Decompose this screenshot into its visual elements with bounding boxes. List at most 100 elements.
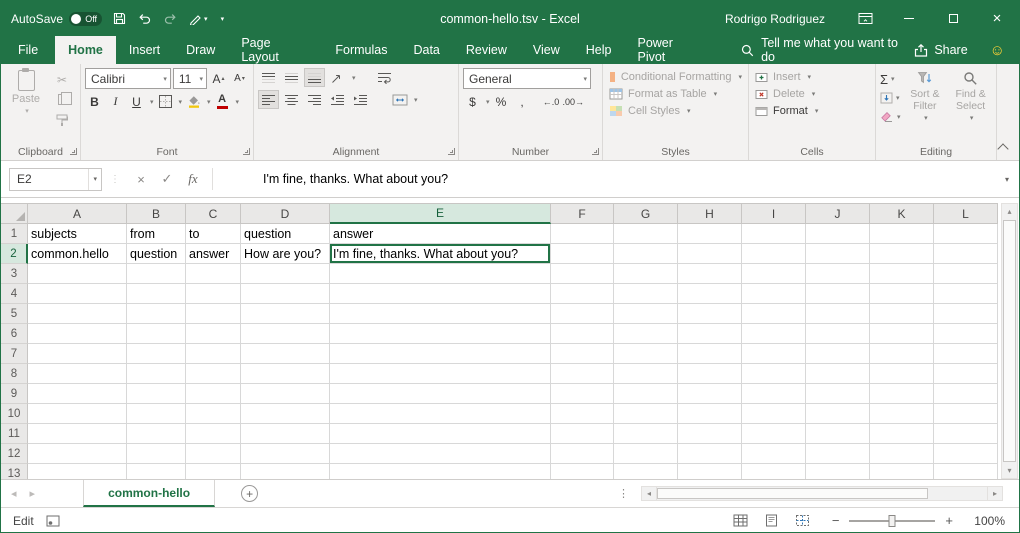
- normal-view-button[interactable]: [733, 514, 748, 527]
- cell-L3[interactable]: [934, 264, 998, 284]
- cell-L9[interactable]: [934, 384, 998, 404]
- row-header-6[interactable]: 6: [1, 324, 28, 344]
- select-all-corner[interactable]: [1, 203, 28, 224]
- cell-J10[interactable]: [806, 404, 870, 424]
- underline-button[interactable]: U: [127, 92, 146, 111]
- page-layout-view-button[interactable]: [764, 514, 779, 527]
- align-top-button[interactable]: [258, 68, 279, 87]
- merge-center-button[interactable]: [389, 90, 410, 109]
- decrease-decimal-button[interactable]: .00→: [563, 92, 585, 111]
- zoom-slider[interactable]: [849, 520, 935, 522]
- column-header-E[interactable]: E: [330, 203, 551, 224]
- scroll-up-button[interactable]: ▴: [1002, 204, 1017, 219]
- row-header-12[interactable]: 12: [1, 444, 28, 464]
- minimize-button[interactable]: [887, 1, 931, 36]
- tab-help[interactable]: Help: [573, 36, 625, 64]
- zoom-slider-thumb[interactable]: [889, 515, 896, 527]
- cell-K9[interactable]: [870, 384, 934, 404]
- cell-H7[interactable]: [678, 344, 742, 364]
- ribbon-display-options-button[interactable]: [843, 1, 887, 36]
- align-left-button[interactable]: [258, 90, 279, 109]
- font-dialog-launcher[interactable]: [243, 148, 250, 155]
- cell-A11[interactable]: [28, 424, 127, 444]
- formula-bar-handle[interactable]: ⋮: [110, 174, 120, 185]
- close-button[interactable]: ×: [975, 1, 1019, 36]
- autosave-switch[interactable]: Off: [69, 12, 102, 26]
- chevron-down-icon[interactable]: ▾: [88, 169, 97, 190]
- cell-E8[interactable]: [330, 364, 551, 384]
- cell-A3[interactable]: [28, 264, 127, 284]
- cell-E4[interactable]: [330, 284, 551, 304]
- row-header-11[interactable]: 11: [1, 424, 28, 444]
- font-size-combo[interactable]: 11 ▾: [173, 68, 207, 89]
- fill-button[interactable]: ▾: [880, 90, 901, 106]
- tab-view[interactable]: View: [520, 36, 573, 64]
- cell-J11[interactable]: [806, 424, 870, 444]
- cell-A7[interactable]: [28, 344, 127, 364]
- cell-L10[interactable]: [934, 404, 998, 424]
- cell-A10[interactable]: [28, 404, 127, 424]
- row-header-10[interactable]: 10: [1, 404, 28, 424]
- pen-mode-button[interactable]: ▾: [189, 12, 208, 25]
- cell-H1[interactable]: [678, 224, 742, 244]
- sheet-tab-common-hello[interactable]: common-hello: [83, 480, 215, 507]
- cell-G1[interactable]: [614, 224, 678, 244]
- cell-B11[interactable]: [127, 424, 186, 444]
- cell-A4[interactable]: [28, 284, 127, 304]
- cell-K3[interactable]: [870, 264, 934, 284]
- cell-C13[interactable]: [186, 464, 241, 479]
- row-header-4[interactable]: 4: [1, 284, 28, 304]
- cell-H13[interactable]: [678, 464, 742, 479]
- grow-font-button[interactable]: A▴: [209, 69, 228, 88]
- sheet-next-button[interactable]: ▸: [30, 487, 36, 500]
- cell-C5[interactable]: [186, 304, 241, 324]
- insert-function-button[interactable]: fx: [180, 168, 206, 190]
- cell-L4[interactable]: [934, 284, 998, 304]
- cell-H12[interactable]: [678, 444, 742, 464]
- cell-D12[interactable]: [241, 444, 330, 464]
- cell-B2[interactable]: question: [127, 244, 186, 264]
- maximize-button[interactable]: [931, 1, 975, 36]
- format-painter-button[interactable]: [52, 112, 72, 127]
- cell-K11[interactable]: [870, 424, 934, 444]
- tab-insert[interactable]: Insert: [116, 36, 173, 64]
- cell-E5[interactable]: [330, 304, 551, 324]
- cell-F9[interactable]: [551, 384, 614, 404]
- cell-B5[interactable]: [127, 304, 186, 324]
- cell-B6[interactable]: [127, 324, 186, 344]
- cell-A1[interactable]: subjects: [28, 224, 127, 244]
- cell-E11[interactable]: [330, 424, 551, 444]
- scroll-right-button[interactable]: ▸: [987, 486, 1003, 501]
- column-header-A[interactable]: A: [28, 203, 127, 224]
- cell-C6[interactable]: [186, 324, 241, 344]
- cell-I11[interactable]: [742, 424, 806, 444]
- column-header-D[interactable]: D: [241, 203, 330, 224]
- row-header-8[interactable]: 8: [1, 364, 28, 384]
- cell-L7[interactable]: [934, 344, 998, 364]
- cell-L2[interactable]: [934, 244, 998, 264]
- cell-I13[interactable]: [742, 464, 806, 479]
- cell-B1[interactable]: from: [127, 224, 186, 244]
- enter-button[interactable]: ✓: [154, 168, 180, 190]
- cell-A9[interactable]: [28, 384, 127, 404]
- record-macro-button[interactable]: [46, 515, 60, 527]
- cell-I3[interactable]: [742, 264, 806, 284]
- cell-F12[interactable]: [551, 444, 614, 464]
- zoom-level[interactable]: 100%: [969, 514, 1005, 528]
- cell-J3[interactable]: [806, 264, 870, 284]
- comma-style-button[interactable]: ,: [513, 92, 532, 111]
- cell-F6[interactable]: [551, 324, 614, 344]
- tab-scroll-splitter[interactable]: ⋮: [618, 487, 629, 500]
- alignment-dialog-launcher[interactable]: [448, 148, 455, 155]
- cell-I10[interactable]: [742, 404, 806, 424]
- cell-J8[interactable]: [806, 364, 870, 384]
- column-header-G[interactable]: G: [614, 203, 678, 224]
- cell-G11[interactable]: [614, 424, 678, 444]
- new-sheet-button[interactable]: +: [241, 485, 258, 502]
- cell-G7[interactable]: [614, 344, 678, 364]
- tab-home[interactable]: Home: [55, 36, 116, 64]
- cell-I9[interactable]: [742, 384, 806, 404]
- clipboard-dialog-launcher[interactable]: [70, 148, 77, 155]
- cell-F7[interactable]: [551, 344, 614, 364]
- undo-button[interactable]: [137, 12, 152, 25]
